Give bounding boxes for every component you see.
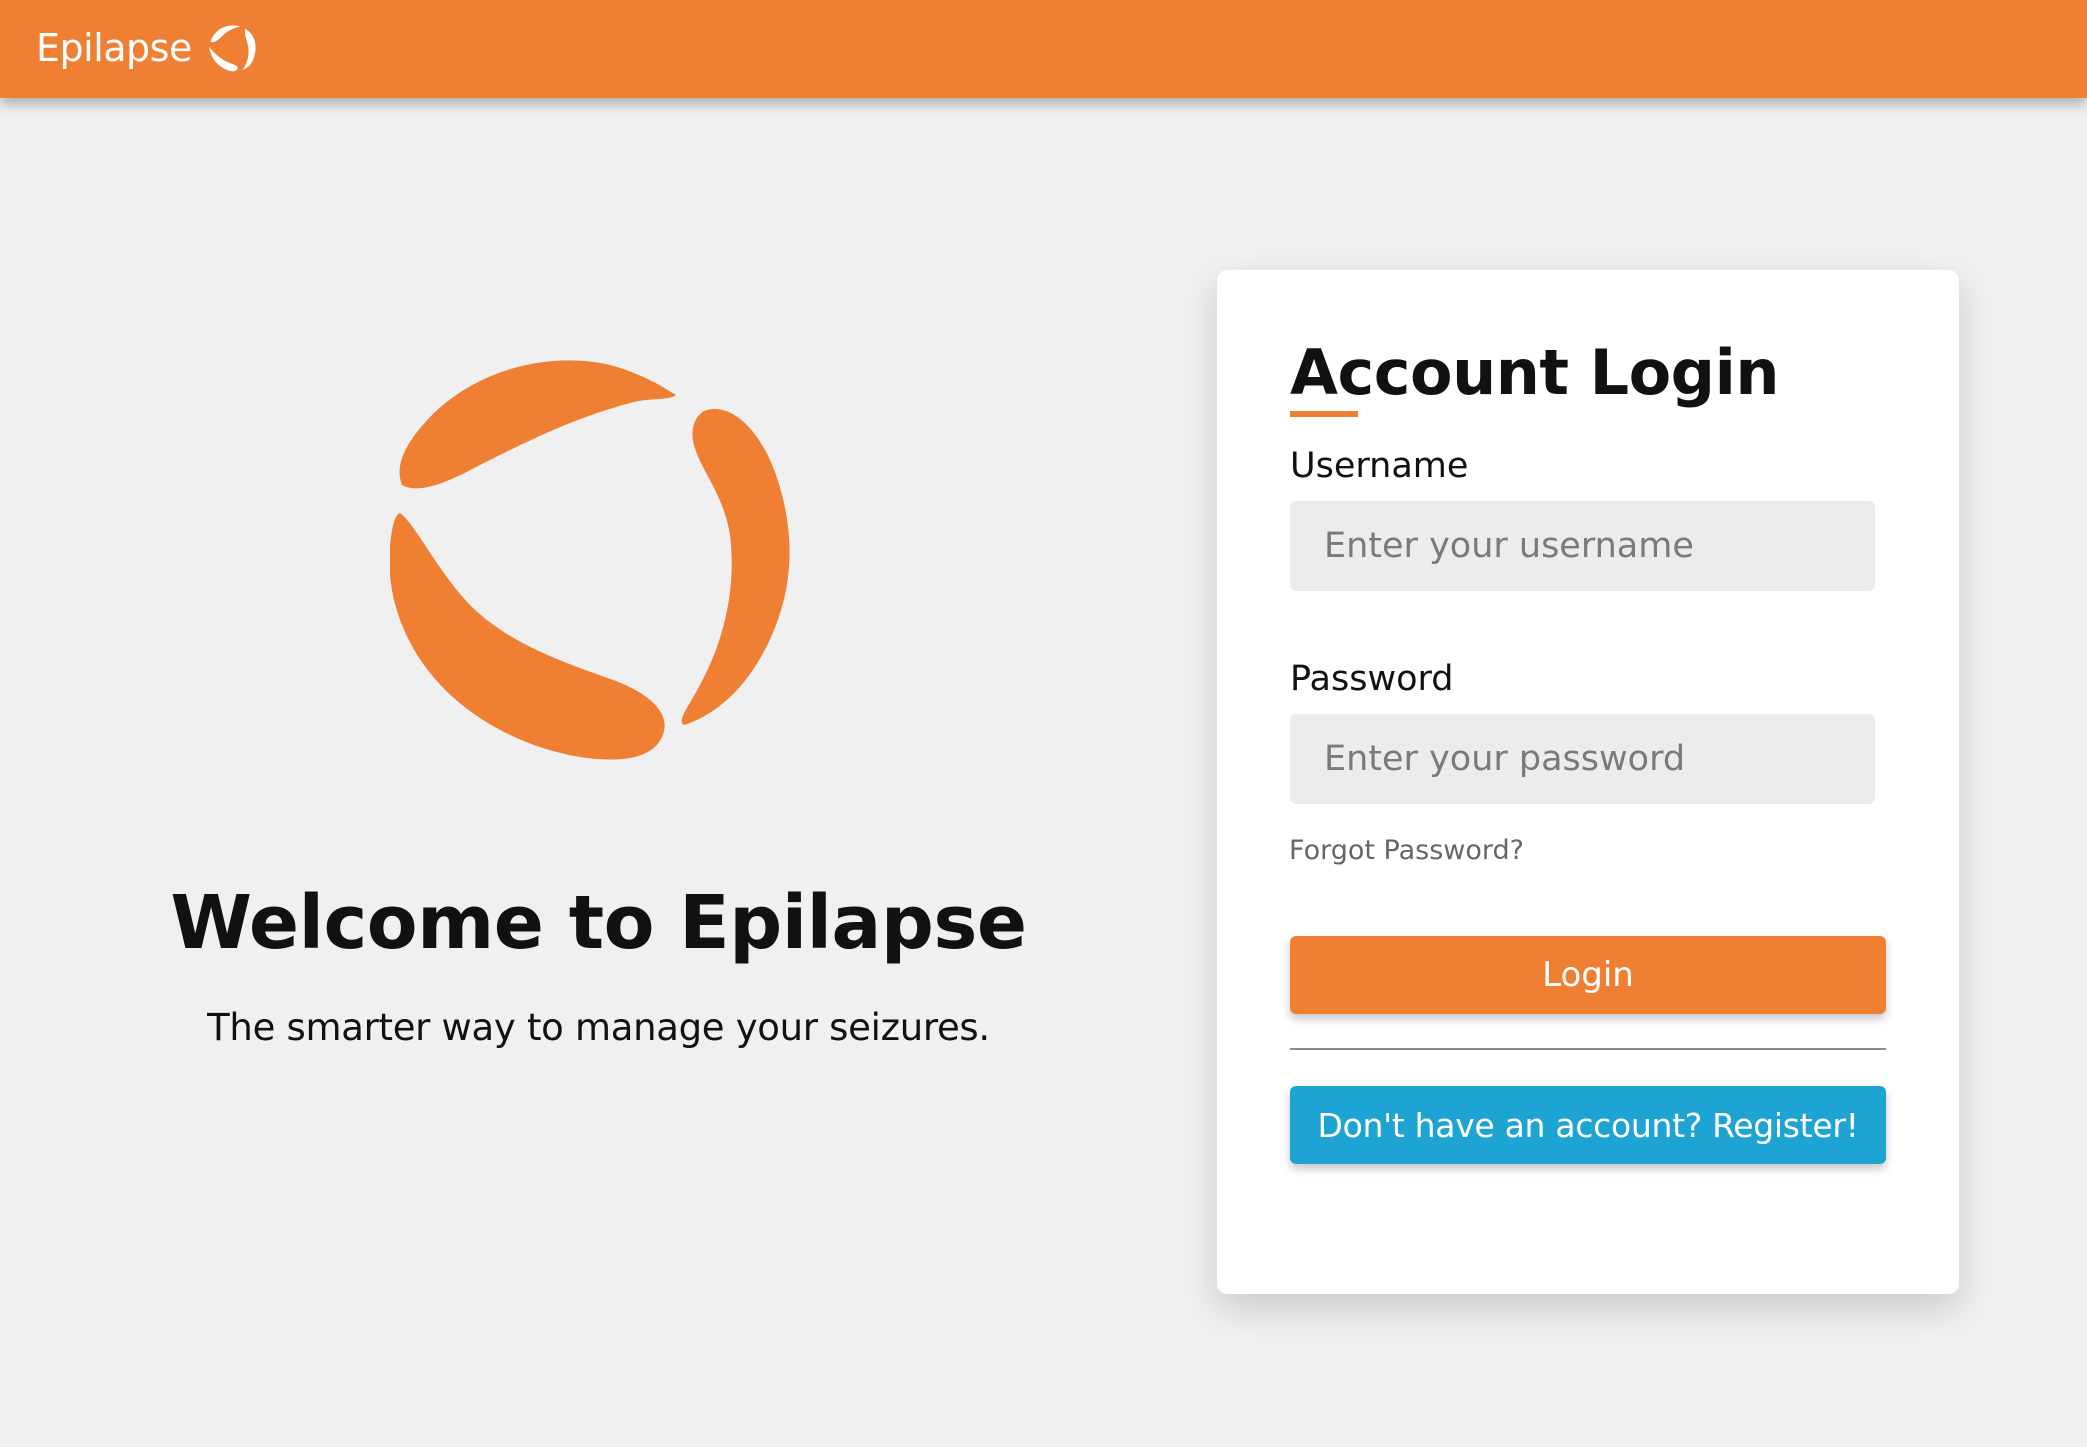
- welcome-title: Welcome to Epilapse: [170, 880, 1027, 966]
- top-navbar: Epilapse: [0, 0, 2087, 98]
- brand-home-link[interactable]: Epilapse: [36, 18, 262, 78]
- welcome-subtitle: The smarter way to manage your seizures.: [207, 1006, 990, 1049]
- forgot-password-link[interactable]: Forgot Password?: [1289, 835, 1524, 866]
- username-label: Username: [1290, 446, 1469, 486]
- login-button[interactable]: Login: [1290, 936, 1886, 1014]
- register-button[interactable]: Don't have an account? Register!: [1290, 1086, 1886, 1164]
- login-card: Account Login Username Password Forgot P…: [1217, 270, 1959, 1294]
- divider: [1290, 1048, 1886, 1050]
- username-input[interactable]: [1290, 501, 1875, 591]
- epilapse-logo-icon: [209, 25, 256, 72]
- title-underline: [1290, 411, 1358, 417]
- password-label: Password: [1290, 659, 1454, 699]
- epilapse-logo-icon: [390, 360, 790, 760]
- password-input[interactable]: [1290, 714, 1875, 804]
- login-title: Account Login: [1290, 336, 1779, 409]
- brand-name: Epilapse: [36, 26, 192, 70]
